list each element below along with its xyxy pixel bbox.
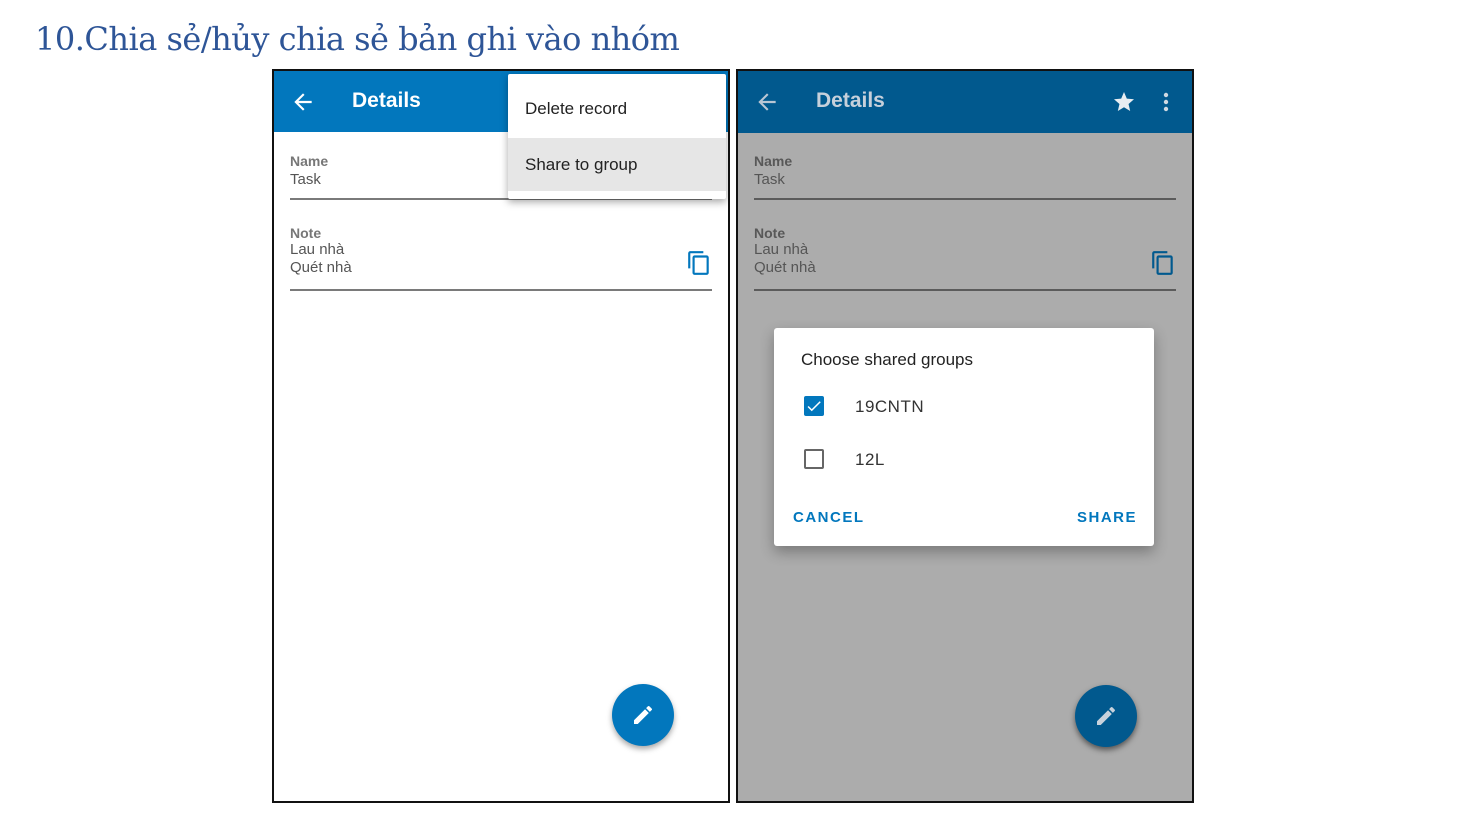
- document-heading: 10.Chia sẻ/hủy chia sẻ bản ghi vào nhóm: [35, 20, 680, 58]
- note-label: Note: [290, 225, 322, 241]
- note-line: Lau nhà: [754, 241, 809, 258]
- menu-item-share-to-group[interactable]: Share to group: [508, 138, 726, 191]
- note-field: Note Lau nhà Quét nhà: [754, 225, 1176, 291]
- note-field[interactable]: Note Lau nhà Quét nhà: [290, 225, 712, 291]
- pencil-icon: [634, 705, 652, 724]
- note-line: Quét nhà: [290, 259, 352, 276]
- name-label: Name: [754, 153, 793, 169]
- checkbox-unchecked[interactable]: [804, 449, 824, 469]
- share-groups-dialog: Choose shared groups 19CNTN 12L CANCEL S…: [774, 328, 1154, 546]
- overflow-menu: Delete record Share to group: [508, 74, 726, 199]
- group-option-19cntn[interactable]: 19CNTN: [804, 396, 1104, 420]
- group-option-label: 19CNTN: [855, 397, 925, 416]
- star-icon[interactable]: [1112, 90, 1136, 114]
- group-option-12l[interactable]: 12L: [804, 449, 1104, 473]
- pencil-icon: [1097, 706, 1115, 725]
- copy-icon: [1152, 251, 1173, 275]
- note-label: Note: [754, 225, 786, 241]
- phone-screen-share-dialog: Details Name Task Note Lau nhà Quét nhà …: [736, 69, 1194, 803]
- phone-screen-details-menu: Details Name Task Note Lau nhà Quét nhà …: [272, 69, 730, 803]
- name-field: Name Task: [754, 153, 1176, 200]
- page-title: Details: [352, 89, 421, 112]
- menu-item-delete-record[interactable]: Delete record: [508, 86, 726, 138]
- back-arrow-icon[interactable]: [290, 89, 316, 115]
- check-icon: [807, 401, 821, 412]
- copy-icon[interactable]: [686, 249, 712, 277]
- group-option-label: 12L: [855, 450, 885, 469]
- back-arrow-icon[interactable]: [754, 89, 780, 115]
- menu-item-label: Share to group: [525, 155, 638, 174]
- share-button[interactable]: SHARE: [1077, 509, 1137, 526]
- note-line: Quét nhà: [754, 259, 816, 276]
- edit-fab-button[interactable]: [612, 684, 674, 746]
- dialog-title: Choose shared groups: [801, 350, 974, 369]
- cancel-button[interactable]: CANCEL: [793, 509, 865, 526]
- name-value: Task: [754, 171, 785, 188]
- menu-item-label: Delete record: [525, 99, 628, 118]
- more-vert-icon[interactable]: [1156, 90, 1176, 114]
- app-bar: Details: [738, 71, 1192, 133]
- checkbox-checked[interactable]: [804, 396, 824, 416]
- note-line: Lau nhà: [290, 241, 345, 258]
- edit-fab-button: [1075, 685, 1137, 747]
- page-title: Details: [816, 89, 885, 112]
